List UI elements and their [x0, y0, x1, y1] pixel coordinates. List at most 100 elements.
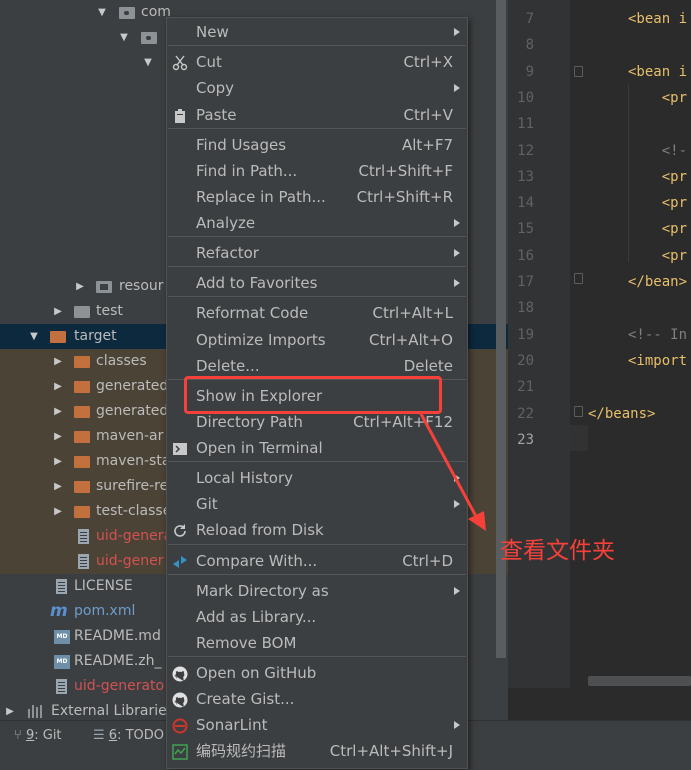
menu-item-paste[interactable]: Paste Ctrl+V — [167, 102, 467, 128]
menu-item-reformat-code[interactable]: Reformat Code Ctrl+Alt+L — [167, 300, 467, 326]
menu-item-sonarlint[interactable]: SonarLint — [167, 712, 467, 738]
menu-item-label: Open on GitHub — [196, 664, 317, 682]
collapse-arrow-icon[interactable]: ▶ — [52, 449, 64, 474]
menu-item-label: Open in Terminal — [196, 439, 323, 457]
line-number: 7 — [525, 11, 534, 27]
menu-item-shortcut: Ctrl+Alt+L — [372, 304, 454, 322]
code-editor[interactable]: 7 8 9 10 11 12 13 14 15 16 17 18 19 20 21 22 23 <bean i <… — [508, 0, 691, 720]
menu-item-open-in-terminal[interactable]: Open in Terminal — [167, 435, 467, 461]
scan-icon — [172, 743, 188, 760]
menu-item-create-gist[interactable]: Create Gist... — [167, 686, 467, 712]
menu-item-add-to-favorites[interactable]: Add to Favorites — [167, 270, 467, 296]
menu-item-shortcut: Ctrl+D — [402, 552, 453, 570]
expand-arrow-icon[interactable]: ▼ — [118, 25, 130, 50]
collapse-arrow-icon[interactable]: ▶ — [74, 274, 86, 299]
menu-item-label: Paste — [196, 106, 237, 124]
menu-separator — [168, 461, 466, 462]
menu-item-add-as-library[interactable]: Add as Library... — [167, 604, 467, 630]
menu-item-label: Find in Path... — [196, 162, 298, 180]
tree-item-label: README.zh_ — [74, 653, 162, 669]
line-number: 15 — [517, 221, 534, 238]
menu-separator — [168, 544, 466, 545]
menu-item-analyze[interactable]: Analyze — [167, 210, 467, 236]
menu-item-remove-bom[interactable]: Remove BOM — [167, 630, 467, 656]
todo-list-icon: ☰ — [93, 728, 105, 743]
menu-item-cut[interactable]: Cut Ctrl+X — [167, 49, 467, 75]
collapse-arrow-icon[interactable]: ▶ — [52, 399, 64, 424]
menu-item-copy[interactable]: Copy — [167, 75, 467, 101]
compare-icon — [172, 553, 188, 569]
submenu-arrow-icon — [454, 279, 460, 287]
maven-file-icon: m — [50, 601, 68, 621]
menu-item-refactor[interactable]: Refactor — [167, 240, 467, 266]
menu-item-reload-from-disk[interactable]: Reload from Disk — [167, 517, 467, 543]
expand-arrow-icon[interactable]: ▼ — [142, 50, 154, 75]
tree-item-label: maven-sta — [96, 453, 171, 469]
code-area[interactable]: <bean i <bean i <pr <!- <pr <pr <pr <pr </… — [588, 0, 691, 688]
menu-item-optimize-imports[interactable]: Optimize Imports Ctrl+Alt+O — [167, 327, 467, 353]
menu-item-label: Create Gist... — [196, 690, 295, 708]
menu-item-shortcut: Ctrl+X — [403, 53, 453, 71]
submenu-arrow-icon — [454, 500, 460, 508]
package-folder-icon — [119, 7, 135, 19]
excluded-folder-icon — [74, 356, 90, 368]
menu-item-label: Add to Favorites — [196, 274, 318, 292]
submenu-arrow-icon — [454, 474, 460, 482]
menu-item-label: Local History — [196, 469, 294, 487]
excluded-folder-icon — [74, 481, 90, 493]
text-file-icon — [56, 579, 67, 594]
menu-item-new[interactable]: New — [167, 19, 467, 45]
collapse-arrow-icon[interactable]: ▶ — [52, 474, 64, 499]
menu-item-code-scan[interactable]: 编码规约扫描 Ctrl+Alt+Shift+J — [167, 738, 467, 764]
menu-item-compare-with[interactable]: Compare With... Ctrl+D — [167, 548, 467, 574]
git-tool-window-button[interactable]: ⑂ 9: Git — [14, 727, 62, 745]
tree-item-label: generated — [96, 403, 169, 419]
menu-item-find-in-path[interactable]: Find in Path... Ctrl+Shift+F — [167, 158, 467, 184]
line-number: 10 — [517, 89, 534, 106]
tree-item-label: target — [74, 328, 117, 344]
resources-folder-icon — [96, 281, 112, 293]
tree-item-label: LICENSE — [74, 578, 133, 594]
line-number: 13 — [517, 168, 534, 185]
fold-marker-icon[interactable] — [574, 273, 583, 284]
markdown-file-icon: MD — [54, 630, 70, 644]
submenu-arrow-icon — [454, 249, 460, 257]
collapse-arrow-icon[interactable]: ▶ — [52, 424, 64, 449]
annotation-highlight-box — [184, 376, 442, 414]
fold-marker-icon[interactable] — [574, 406, 583, 417]
tree-item-label: surefire-re — [96, 478, 169, 494]
collapse-arrow-icon[interactable]: ▶ — [52, 499, 64, 524]
code-line: </beans> — [588, 405, 656, 422]
menu-item-open-on-github[interactable]: Open on GitHub — [167, 660, 467, 686]
expand-arrow-icon[interactable]: ▼ — [28, 324, 40, 349]
tree-item-label: generated — [96, 378, 169, 394]
archive-file-icon — [78, 554, 89, 569]
menu-item-label: Reformat Code — [196, 304, 309, 322]
menu-item-replace-in-path[interactable]: Replace in Path... Ctrl+Shift+R — [167, 184, 467, 210]
collapse-arrow-icon[interactable]: ▶ — [52, 374, 64, 399]
menu-item-find-usages[interactable]: Find Usages Alt+F7 — [167, 132, 467, 158]
menu-item-git[interactable]: Git — [167, 491, 467, 517]
menu-item-mark-directory-as[interactable]: Mark Directory as — [167, 578, 467, 604]
horizontal-scrollbar[interactable] — [588, 676, 691, 686]
menu-item-local-history[interactable]: Local History — [167, 465, 467, 491]
submenu-arrow-icon — [454, 721, 460, 729]
line-number: 17 — [517, 274, 534, 290]
tree-item-label: test — [96, 303, 123, 319]
collapse-arrow-icon[interactable]: ▶ — [52, 349, 64, 374]
line-number: 11 — [517, 116, 534, 133]
line-number: 9 — [525, 63, 534, 80]
github-icon — [172, 691, 188, 708]
tree-item-label: README.md — [74, 628, 161, 644]
excluded-folder-icon — [74, 431, 90, 443]
fold-marker-icon[interactable] — [574, 66, 583, 77]
tree-item-label: uid-generato — [74, 678, 165, 694]
line-number: 14 — [517, 195, 534, 212]
menu-item-shortcut: Ctrl+Shift+F — [358, 162, 453, 180]
collapse-arrow-icon[interactable]: ▶ — [52, 299, 64, 324]
todo-tool-window-button[interactable]: ☰ 6: TODO — [93, 727, 164, 745]
excluded-folder-icon — [74, 406, 90, 418]
menu-item-label: Mark Directory as — [196, 582, 329, 600]
reload-icon — [172, 522, 188, 538]
expand-arrow-icon[interactable]: ▼ — [96, 0, 108, 25]
